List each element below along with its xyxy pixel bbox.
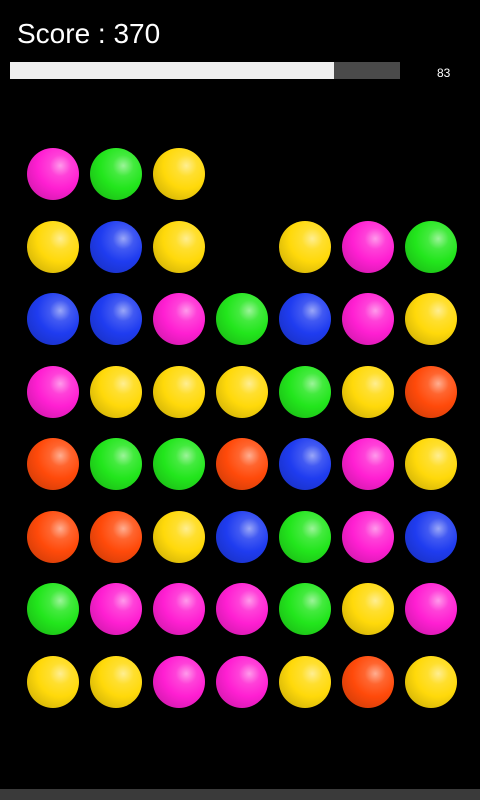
ball-yellow[interactable]: [90, 366, 142, 418]
ball-magenta[interactable]: [27, 366, 79, 418]
ball-orange[interactable]: [216, 438, 268, 490]
ball-orange[interactable]: [342, 656, 394, 708]
ball-blue[interactable]: [405, 511, 457, 563]
ball-yellow[interactable]: [279, 221, 331, 273]
ball-yellow[interactable]: [153, 366, 205, 418]
ball-magenta[interactable]: [342, 293, 394, 345]
ball-green[interactable]: [279, 366, 331, 418]
ball-green[interactable]: [216, 293, 268, 345]
ball-green[interactable]: [90, 438, 142, 490]
ball-grid: [0, 0, 480, 800]
ball-magenta[interactable]: [342, 511, 394, 563]
ball-yellow[interactable]: [405, 438, 457, 490]
ball-green[interactable]: [90, 148, 142, 200]
ball-yellow[interactable]: [153, 511, 205, 563]
ball-green[interactable]: [279, 511, 331, 563]
ball-magenta[interactable]: [153, 656, 205, 708]
ball-magenta[interactable]: [216, 656, 268, 708]
ball-yellow[interactable]: [342, 366, 394, 418]
ball-green[interactable]: [405, 221, 457, 273]
ball-yellow[interactable]: [27, 656, 79, 708]
ball-magenta[interactable]: [27, 148, 79, 200]
ball-blue[interactable]: [27, 293, 79, 345]
ball-magenta[interactable]: [153, 293, 205, 345]
ball-blue[interactable]: [279, 438, 331, 490]
ball-magenta[interactable]: [216, 583, 268, 635]
ball-green[interactable]: [279, 583, 331, 635]
ball-yellow[interactable]: [90, 656, 142, 708]
ball-green[interactable]: [153, 438, 205, 490]
ball-magenta[interactable]: [153, 583, 205, 635]
ball-orange[interactable]: [90, 511, 142, 563]
ball-magenta[interactable]: [342, 221, 394, 273]
ball-orange[interactable]: [405, 366, 457, 418]
ball-orange[interactable]: [27, 438, 79, 490]
game-screen: Score : 370 83: [0, 0, 480, 800]
ball-magenta[interactable]: [405, 583, 457, 635]
ball-yellow[interactable]: [279, 656, 331, 708]
ball-blue[interactable]: [216, 511, 268, 563]
ball-yellow[interactable]: [342, 583, 394, 635]
ball-yellow[interactable]: [405, 656, 457, 708]
ball-blue[interactable]: [279, 293, 331, 345]
ball-magenta[interactable]: [342, 438, 394, 490]
ball-yellow[interactable]: [216, 366, 268, 418]
ball-magenta[interactable]: [90, 583, 142, 635]
ball-yellow[interactable]: [153, 148, 205, 200]
bottom-bar: [0, 789, 480, 800]
ball-blue[interactable]: [90, 293, 142, 345]
ball-green[interactable]: [27, 583, 79, 635]
ball-orange[interactable]: [27, 511, 79, 563]
ball-blue[interactable]: [90, 221, 142, 273]
ball-yellow[interactable]: [405, 293, 457, 345]
ball-yellow[interactable]: [153, 221, 205, 273]
ball-yellow[interactable]: [27, 221, 79, 273]
